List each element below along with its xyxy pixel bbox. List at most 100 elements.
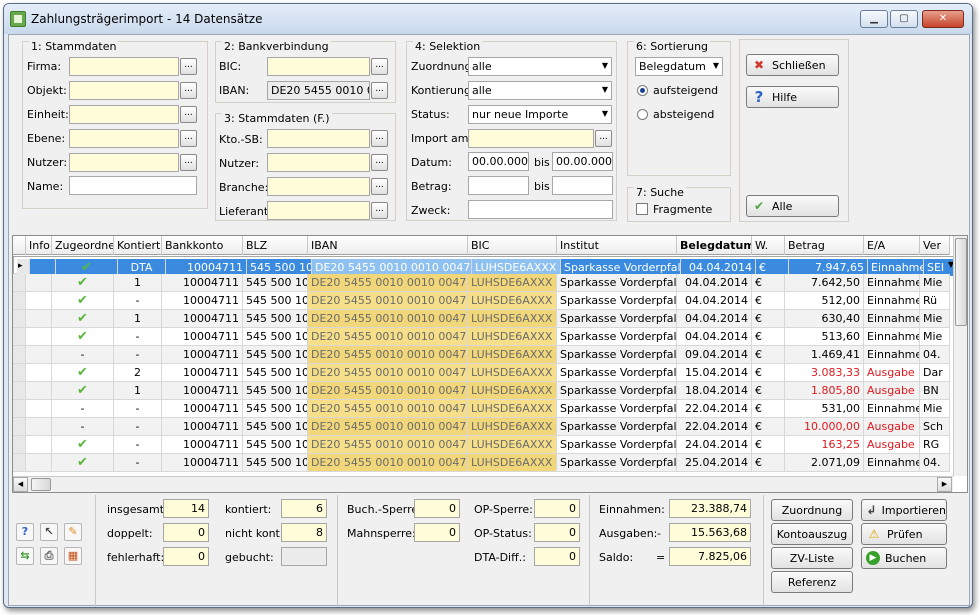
zuordnung-button[interactable]: Zuordnung	[771, 499, 853, 521]
kto-sb-browse-button[interactable]: ...	[371, 130, 388, 147]
kontierung-select[interactable]: alle	[468, 81, 612, 100]
zuordnung-select[interactable]: alle	[468, 57, 612, 76]
cell-belegdatum[interactable]: 04.04.2014	[677, 292, 752, 309]
cell-iban[interactable]: DE20 5455 0010 0010 0047 11	[308, 274, 468, 291]
einheit-input[interactable]	[69, 105, 179, 124]
cell-iban[interactable]: DE20 5455 0010 0010 0047 11	[308, 382, 468, 399]
scroll-right-button[interactable]: ▶	[937, 477, 952, 492]
cell-betrag[interactable]: 2.071,09	[785, 454, 864, 471]
importieren-button[interactable]: ↲ Importieren	[861, 499, 947, 521]
hilfe-button[interactable]: ? Hilfe	[746, 86, 839, 108]
cell-zugeordnet[interactable]: ✔	[52, 436, 114, 453]
table-row[interactable]: ✔ -10004711 545 500 10 DE20 5455 0010 0010 …	[13, 292, 950, 310]
header-kontiert[interactable]: Kontiert	[114, 236, 162, 255]
cell-iban[interactable]: DE20 5455 0010 0010 0047 11	[308, 400, 468, 417]
cell-betrag[interactable]: 163,25	[785, 436, 864, 453]
cell-betrag[interactable]: 1.805,80	[785, 382, 864, 399]
cell-betrag[interactable]: 3.083,33	[785, 364, 864, 381]
firma-browse-button[interactable]: ...	[180, 58, 197, 75]
cell-zugeordnet[interactable]: ✔	[52, 310, 114, 327]
cell-iban[interactable]: DE20 5455 0010 0010 0047 11	[308, 454, 468, 471]
cell-bankkonto[interactable]: 10004711	[162, 436, 243, 453]
sort-desc-radio[interactable]	[637, 109, 648, 120]
header-blz[interactable]: BLZ	[243, 236, 308, 255]
maximize-button[interactable]: ▢	[890, 10, 918, 28]
cell-iban[interactable]: DE20 5455 0010 0010 0047 11	[308, 292, 468, 309]
cell-kontiert[interactable]: 1	[114, 310, 162, 327]
cell-ver[interactable]: Mie	[920, 400, 950, 417]
cell-ver[interactable]: Mie	[920, 328, 950, 345]
cell-belegdatum[interactable]: 24.04.2014	[677, 436, 752, 453]
cell-info[interactable]	[26, 364, 52, 381]
pencil-icon[interactable]: ✎	[64, 523, 82, 541]
row-indicator[interactable]	[13, 400, 26, 417]
cell-kontiert[interactable]: -	[114, 454, 162, 471]
cell-waehrung[interactable]: €	[752, 364, 785, 381]
cell-blz[interactable]: 545 500 10	[243, 310, 308, 327]
cell-zugeordnet[interactable]: ✔	[52, 364, 114, 381]
referenz-button[interactable]: Referenz	[771, 571, 853, 593]
bic-browse-button[interactable]: ...	[371, 58, 388, 75]
pointer-icon[interactable]: ↖	[40, 523, 58, 541]
cell-ver[interactable]: 04.	[920, 454, 950, 471]
kto-sb-input[interactable]	[267, 129, 370, 148]
header-ea[interactable]: E/A	[864, 236, 920, 255]
cell-betrag[interactable]: 512,00	[785, 292, 864, 309]
table-row[interactable]: ▸ ✔ DTA 10004711 545 500 10 DE20 5455 0010 00…	[13, 256, 958, 276]
row-indicator[interactable]	[13, 274, 26, 291]
cell-bic[interactable]: LUHSDE6AXXX	[468, 400, 557, 417]
table-row[interactable]: ✔ -10004711 545 500 10 DE20 5455 0010 0010 …	[13, 436, 950, 454]
cell-institut[interactable]: Sparkasse Vorderpfalz	[557, 454, 677, 471]
cell-ea[interactable]: Ausgabe	[864, 418, 920, 435]
cell-belegdatum[interactable]: 15.04.2014	[677, 364, 752, 381]
cell-ea[interactable]: Ausgabe	[864, 436, 920, 453]
cell-institut[interactable]: Sparkasse Vorderpfalz	[557, 346, 677, 363]
row-indicator[interactable]	[13, 346, 26, 363]
cell-institut[interactable]: Sparkasse Vorderpfalz	[557, 364, 677, 381]
cell-institut[interactable]: Sparkasse Vorderpfalz	[557, 310, 677, 327]
cell-ver[interactable]: Mie	[920, 274, 950, 291]
refresh-icon[interactable]: ⇆	[16, 547, 34, 565]
cell-zugeordnet[interactable]: ✔	[52, 274, 114, 291]
cell-ea[interactable]: Einnahme	[864, 454, 920, 471]
cell-belegdatum[interactable]: 09.04.2014	[677, 346, 752, 363]
table-row[interactable]: ✔ 2 10004711 545 500 10 DE20 5455 0010 0010 …	[13, 364, 950, 382]
horizontal-scroll-thumb[interactable]	[31, 478, 51, 491]
cell-blz[interactable]: 545 500 10	[243, 400, 308, 417]
f-nutzer-browse-button[interactable]: ...	[371, 154, 388, 171]
header-belegdatum[interactable]: Belegdatum	[677, 236, 752, 255]
cell-zugeordnet[interactable]: ✔	[52, 292, 114, 309]
cell-institut[interactable]: Sparkasse Vorderpfalz	[557, 292, 677, 309]
cell-waehrung[interactable]: €	[752, 418, 785, 435]
header-ver[interactable]: Ver	[920, 236, 950, 255]
cell-iban[interactable]: DE20 5455 0010 0010 0047 11	[308, 328, 468, 345]
cell-ea[interactable]: Einnahme	[864, 292, 920, 309]
header-iban[interactable]: IBAN	[308, 236, 468, 255]
help-icon[interactable]: ?	[16, 523, 34, 541]
cell-belegdatum[interactable]: 22.04.2014	[677, 418, 752, 435]
table-row[interactable]: ✔ -10004711 545 500 10 DE20 5455 0010 0010 …	[13, 328, 950, 346]
cell-bic[interactable]: LUHSDE6AXXX	[468, 310, 557, 327]
iban-browse-button[interactable]: ...	[371, 82, 388, 99]
cell-info[interactable]	[26, 346, 52, 363]
cell-blz[interactable]: 545 500 10	[243, 436, 308, 453]
cell-kontiert[interactable]: -	[114, 436, 162, 453]
cell-blz[interactable]: 545 500 10	[243, 292, 308, 309]
status-select[interactable]: nur neue Importe	[468, 105, 612, 124]
cell-kontiert[interactable]: -	[114, 346, 162, 363]
cell-info[interactable]	[26, 436, 52, 453]
import-am-browse-button[interactable]: ...	[595, 130, 612, 147]
cell-bankkonto[interactable]: 10004711	[162, 310, 243, 327]
cell-blz[interactable]: 545 500 10	[243, 346, 308, 363]
cell-waehrung[interactable]: €	[752, 382, 785, 399]
cell-kontiert[interactable]: 2	[114, 364, 162, 381]
cell-institut[interactable]: Sparkasse Vorderpfalz	[557, 436, 677, 453]
ebene-browse-button[interactable]: ...	[180, 130, 197, 147]
cell-zugeordnet[interactable]: -	[52, 346, 114, 363]
header-waehrung[interactable]: W.	[752, 236, 785, 255]
schliessen-button[interactable]: ✖ Schließen	[746, 54, 839, 76]
cell-waehrung[interactable]: €	[752, 454, 785, 471]
cell-info[interactable]	[26, 418, 52, 435]
cell-bankkonto[interactable]: 10004711	[162, 418, 243, 435]
cell-bankkonto[interactable]: 10004711	[162, 454, 243, 471]
